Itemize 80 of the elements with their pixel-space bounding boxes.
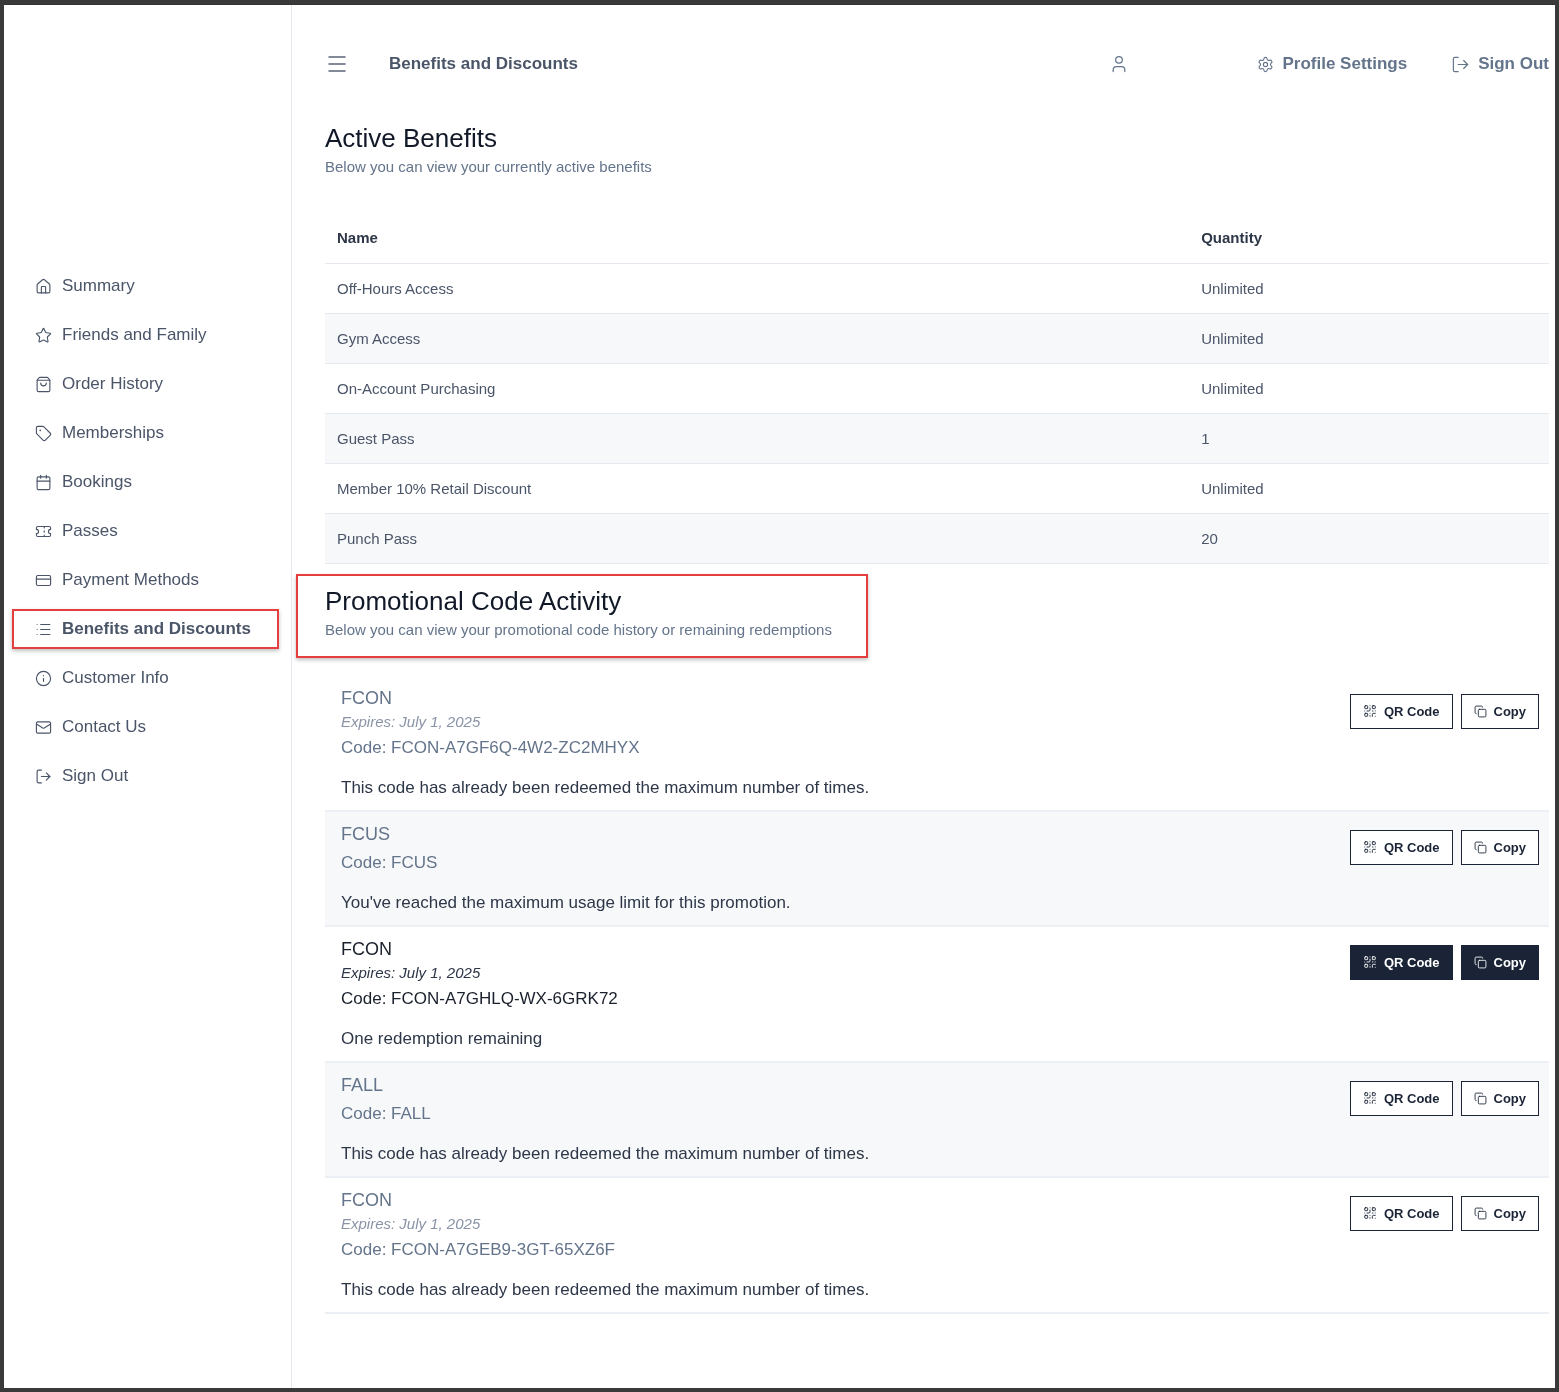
sidebar-item[interactable]: Order History [12,364,279,404]
copy-button[interactable]: Copy [1460,829,1539,865]
promo-code: Code: FALL [341,1103,432,1124]
promo-name: FCON [341,687,393,709]
profile-settings-link[interactable]: Profile Settings [1257,54,1408,74]
page-title: Benefits and Discounts [389,54,578,74]
table-cell: Off-Hours Access [325,263,1190,313]
qr-code-button[interactable]: QR Code [1349,829,1453,865]
redemption-message: This code has already been redeemed the maximum number of times. [341,1143,871,1164]
table-cell: On-Account Purchasing [325,363,1190,413]
sidebar-item[interactable]: Memberships [12,413,279,453]
promo-code: Code: FCON-A7GHLQ-WX-6GRK72 [341,988,619,1009]
promo-name: FCON [341,1189,393,1211]
column-header: Name [325,213,1190,263]
table-cell: Unlimited [1189,313,1549,363]
expiry-date: Expires: July 1, 2025 [341,712,482,730]
sidebar-item[interactable]: Passes [12,511,279,551]
star-icon [35,326,52,344]
copy-icon [1473,1091,1487,1105]
copy-button[interactable]: Copy [1460,1080,1539,1116]
redemption-message: You've reached the maximum usage limit for this promotion. [341,892,792,913]
redemption-message: One redemption remaining [341,1028,544,1049]
settings-icon [1257,55,1275,73]
expiry-date: Expires: July 1, 2025 [341,1214,482,1232]
calendar-icon [35,473,52,491]
info-icon [35,669,52,687]
section-subtitle: Below you can view your currently active benefits [325,158,653,175]
promo-name: FALL [341,1074,385,1096]
copy-button[interactable]: Copy [1460,944,1539,980]
table-cell: Unlimited [1189,263,1549,313]
promo-name: FCON [341,938,393,960]
qr-code-button[interactable]: QR Code [1349,1080,1453,1116]
table-cell: Unlimited [1189,363,1549,413]
promo-code: Code: FCON-A7GEB9-3GT-65XZ6F [341,1239,616,1260]
copy-icon [1473,1206,1487,1220]
promo-code: Code: FCUS [341,852,439,873]
copy-icon [1473,840,1487,854]
sidebar-item[interactable]: Customer Info [12,658,279,698]
qr-code-icon [1362,1206,1377,1220]
mail-icon [35,718,52,736]
redemption-message: This code has already been redeemed the maximum number of times. [341,1279,871,1300]
sidebar-item[interactable]: Friends and Family [12,315,279,355]
qr-code-button[interactable]: QR Code [1349,693,1453,729]
sidebar-item[interactable]: Benefits and Discounts [12,609,279,649]
shopping-bag-icon [35,375,52,393]
sign-out-icon [1451,54,1471,74]
table-cell: Guest Pass [325,413,1190,463]
qr-code-icon [1362,840,1377,854]
section-title: Active Benefits [325,123,498,154]
sidebar-item[interactable]: Payment Methods [12,560,279,600]
sidebar-item[interactable]: Summary [12,266,279,306]
copy-button[interactable]: Copy [1460,693,1539,729]
section-title: Promotional Code Activity [325,585,623,617]
qr-code-icon [1362,955,1377,969]
table-cell: 1 [1189,413,1549,463]
qr-code-icon [1362,1091,1377,1105]
copy-icon [1473,955,1487,969]
table-cell: 20 [1189,513,1549,563]
qr-code-icon [1362,704,1377,718]
home-icon [35,277,52,295]
sidebar-item[interactable]: Bookings [12,462,279,502]
copy-button[interactable]: Copy [1460,1195,1539,1231]
sidebar-item[interactable]: Contact Us [12,707,279,747]
section-subtitle: Below you can view your promotional code history or remaining redemptions [325,620,832,638]
redemption-message: This code has already been redeemed the maximum number of times. [341,777,871,798]
sidebar-item[interactable]: Sign Out [12,756,279,796]
table-cell: Unlimited [1189,463,1549,513]
sign-out-icon [35,767,52,785]
qr-code-button[interactable]: QR Code [1349,1195,1453,1231]
table-cell: Gym Access [325,313,1190,363]
promo-name: FCUS [341,823,391,845]
tag-icon [35,424,52,442]
qr-code-button[interactable]: QR Code [1349,944,1453,980]
copy-icon [1473,704,1487,718]
table-cell: Member 10% Retail Discount [325,463,1190,513]
sign-out-link[interactable]: Sign Out [1451,54,1549,74]
expiry-date: Expires: July 1, 2025 [341,963,482,981]
promo-code: Code: FCON-A7GF6Q-4W2-ZC2MHYX [341,737,641,758]
table-cell: Punch Pass [325,513,1190,563]
column-header: Quantity [1189,213,1549,263]
